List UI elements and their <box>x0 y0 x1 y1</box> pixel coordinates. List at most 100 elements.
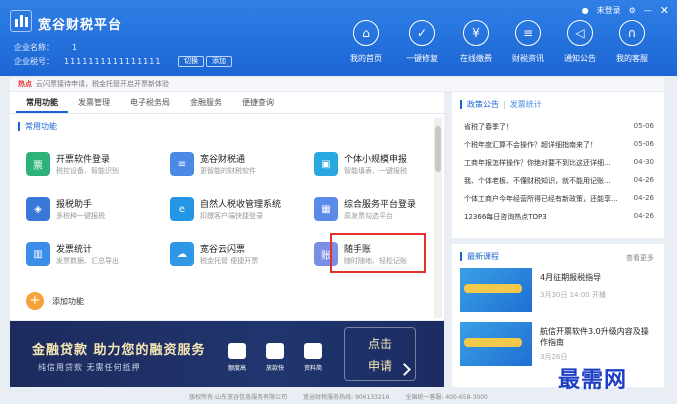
function-tile-subtitle: 税金托管 便捷开票 <box>200 257 259 265</box>
login-status[interactable]: 未登录 <box>597 5 621 16</box>
function-tile-icon: 票 <box>26 152 50 176</box>
notice-list-item[interactable]: 省税了春季了！ 05-06 <box>464 122 654 132</box>
notice-list-item[interactable]: 个体工商户今年经营所得已经有新政策，还能享... 04-26 <box>464 194 654 204</box>
notice-list-item[interactable]: 我、个体老板、不懂财税知识，就不能用记账... 04-26 <box>464 176 654 186</box>
notice-date: 05-06 <box>633 140 654 148</box>
notice-title[interactable]: 个税年度汇算不会操作？超详细指南来了！ <box>464 141 597 149</box>
banner-feature: 资料简 <box>298 343 328 372</box>
apply-now-button[interactable]: 点击 申请 <box>344 327 416 381</box>
function-tile-icon: ≡ <box>170 152 194 176</box>
section-title: 常用功能 <box>18 122 57 131</box>
notice-panel-tabs: 政策公告 | 发票统计 <box>460 100 542 109</box>
banner-feature-label: 额度高 <box>227 365 246 372</box>
banner-feature-icon <box>304 343 322 359</box>
nav-speaker[interactable]: ◁ 通知公告 <box>552 20 608 64</box>
nav-news[interactable]: ≡ 财税资讯 <box>500 20 556 64</box>
function-tile[interactable]: ▣ 个体小规模申报 智能填表、一键报税 <box>314 150 444 184</box>
scrollbar-thumb[interactable] <box>435 126 441 172</box>
tab-4[interactable]: 便捷查询 <box>232 92 284 113</box>
function-tile-subtitle: 扣缴客户端快捷登录 <box>200 212 263 220</box>
function-tile-title: 宽谷云闪票 <box>200 245 246 255</box>
notice-list-item[interactable]: 工商年报怎样操作？你绝对要不到比这还详细... 04-30 <box>464 158 654 168</box>
settings-icon[interactable]: ⚙ <box>629 6 636 15</box>
switch-company-button[interactable]: 切换 <box>178 56 204 67</box>
function-tile[interactable]: 票开票软件登录 税控设备、智能识别 <box>26 150 156 184</box>
notice-title[interactable]: 个体工商户今年经营所得已经有新政策，还能享... <box>464 195 618 203</box>
highlight-box <box>330 233 426 273</box>
hot-notice-bar[interactable]: 热点 云闪票接待申请，税金托管开启开票新体验 <box>10 78 664 91</box>
function-tile[interactable]: ☁ 宽谷云闪票税金托管 便捷开票 <box>170 240 300 274</box>
function-tile-subtitle: 更智能的财税软件 <box>200 167 256 175</box>
notice-title[interactable]: 工商年报怎样操作？你绝对要不到比这还详细... <box>464 159 611 167</box>
tab-3[interactable]: 金融服务 <box>180 92 232 113</box>
home-icon: ⌂ <box>353 20 379 46</box>
course-thumbnail-badge <box>464 284 522 293</box>
course-item[interactable]: 4月征期报税指导 3月30日 14:00 开播 <box>460 268 656 314</box>
notice-title[interactable]: 12366每日咨询热点TOP3 <box>464 213 547 221</box>
notice-title[interactable]: 我、个体老板、不懂财税知识，就不能用记账... <box>464 177 611 185</box>
footer-text: 版权所有:山东宽谷信息服务有限公司 <box>189 394 288 401</box>
course-schedule: 3月30日 14:00 开播 <box>540 291 606 299</box>
function-tile[interactable]: ▦ 综合服务平台登录 原发票勾选平台 <box>314 195 444 229</box>
notice-list-item[interactable]: 12366每日咨询热点TOP3 04-26 <box>464 212 654 222</box>
course-schedule: 3月26日 <box>540 353 568 361</box>
notice-date: 04-26 <box>633 176 654 184</box>
function-tile[interactable]: ◈ 报税助手 多税种一键报税 <box>26 195 156 229</box>
function-tile-title: 自然人税收管理系统 <box>200 200 282 210</box>
app-title: 宽谷财税平台 <box>38 18 123 33</box>
course-title[interactable]: 4月征期报税指导 <box>540 272 656 283</box>
functions-panel: 常用功能 发票管理 电子税务局 金融服务 便捷查询 常用功能 票开票软件登录 税控设备、智… <box>10 92 444 320</box>
course-title[interactable]: 航信开票软件3.0升级内容及操作指南 <box>540 326 656 348</box>
function-tile[interactable]: ▥ 发票统计 发票数据、汇总导出 <box>26 240 156 274</box>
courses-title: 最新课程 <box>460 252 499 261</box>
add-company-button[interactable]: 添加 <box>206 56 232 67</box>
function-tile-subtitle: 税控设备、智能识别 <box>56 167 119 175</box>
nav-label: 我的客服 <box>616 54 648 63</box>
function-tile-subtitle: 发票数据、汇总导出 <box>56 257 119 265</box>
course-thumbnail <box>460 268 532 312</box>
notice-list-item[interactable]: 个税年度汇算不会操作？超详细指南来了！ 05-06 <box>464 140 654 150</box>
add-function-button[interactable]: + 添加功能 <box>26 292 84 310</box>
minimize-icon[interactable]: — <box>644 6 652 15</box>
watermark: 最需网 <box>558 367 628 393</box>
function-tile-title: 报税助手 <box>56 200 93 210</box>
nav-yen[interactable]: ¥ 在线缴费 <box>448 20 504 64</box>
user-icon[interactable]: ● <box>582 6 589 15</box>
news-icon: ≡ <box>515 20 541 46</box>
function-tile-icon: ☁ <box>170 242 194 266</box>
close-icon[interactable]: ✕ <box>660 4 669 17</box>
banner-headline: 金融贷款 助力您的融资服务 <box>32 343 206 358</box>
tax-id-row: 企业税号： 1111111111111111 <box>14 57 162 66</box>
nav-headset[interactable]: ∩ 我的客服 <box>604 20 660 64</box>
functions-scrollbar[interactable] <box>434 118 442 318</box>
notice-date: 04-26 <box>633 194 654 202</box>
notice-title[interactable]: 省税了春季了！ <box>464 123 513 131</box>
tab-invoice-stats[interactable]: 发票统计 <box>510 100 542 109</box>
banner-feature-label: 放款快 <box>265 365 284 372</box>
tab-policy-notice[interactable]: 政策公告 <box>467 100 499 109</box>
hot-notice-text[interactable]: 云闪票接待申请，税金托管开启开票新体验 <box>36 80 169 88</box>
function-tile-title: 个体小规模申报 <box>344 155 408 165</box>
function-tabs: 常用功能 发票管理 电子税务局 金融服务 便捷查询 <box>10 92 444 114</box>
nav-label: 在线缴费 <box>460 54 492 63</box>
function-tile-title: 开票软件登录 <box>56 155 111 165</box>
tab-1[interactable]: 发票管理 <box>68 92 120 113</box>
plus-icon: + <box>26 292 44 310</box>
banner-feature-icon <box>228 343 246 359</box>
tab-0[interactable]: 常用功能 <box>16 92 68 113</box>
nav-home[interactable]: ⌂ 我的首页 <box>338 20 394 64</box>
tab-2[interactable]: 电子税务局 <box>120 92 180 113</box>
function-tile-subtitle: 智能填表、一键报税 <box>344 167 407 175</box>
view-more-link[interactable]: 查看更多 <box>626 253 654 263</box>
loan-banner[interactable]: 金融贷款 助力您的融资服务 纯信用贷款 无需任何抵押 额度高 放款快 资料简 点击 … <box>10 321 444 387</box>
function-tile[interactable]: e 自然人税收管理系统 扣缴客户端快捷登录 <box>170 195 300 229</box>
nav-label: 财税资讯 <box>512 54 544 63</box>
window-controls: ● 未登录 ⚙ — ✕ <box>582 4 669 17</box>
function-tile-icon: ▣ <box>314 152 338 176</box>
course-thumbnail-badge <box>464 338 522 347</box>
banner-feature: 放款快 <box>260 343 290 372</box>
function-tile[interactable]: ≡ 宽谷财税通 更智能的财税软件 <box>170 150 300 184</box>
nav-repair[interactable]: ✓ 一键修复 <box>394 20 450 64</box>
policy-notice-panel: 政策公告 | 发票统计 省税了春季了！ 05-06 个税年度汇算不会操作？超详细指南来了… <box>452 92 664 238</box>
function-tile-subtitle: 原发票勾选平台 <box>344 212 393 220</box>
